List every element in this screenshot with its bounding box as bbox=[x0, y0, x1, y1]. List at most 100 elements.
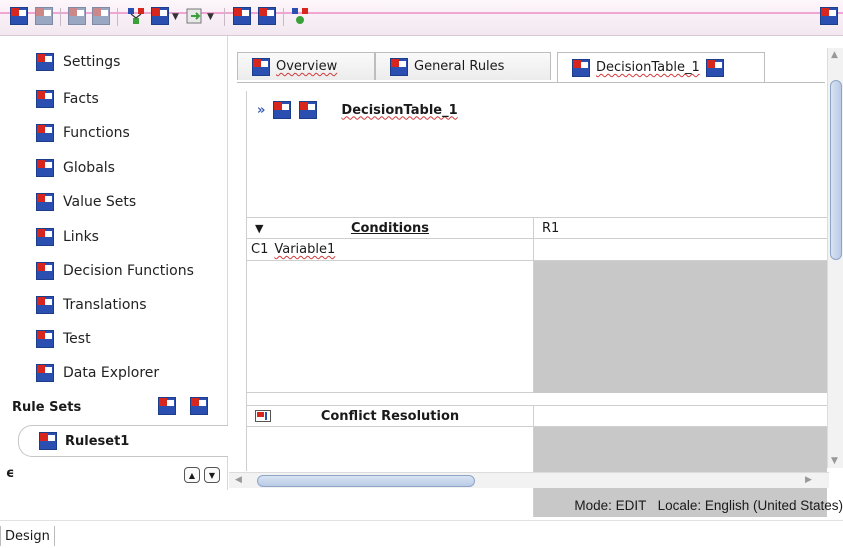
conditions-empty-area bbox=[247, 261, 533, 393]
status-text: Mode: EDIT Locale: English (United State… bbox=[574, 498, 843, 513]
decision-table-icon bbox=[572, 58, 590, 77]
add-rule-icon[interactable] bbox=[68, 7, 86, 25]
general-rules-icon bbox=[390, 57, 408, 76]
nav-item-label: Settings bbox=[63, 54, 121, 70]
decision-table-editor: » DecisionTable_1 ▼ Conditions R1 C1 Var… bbox=[246, 91, 827, 517]
scroll-up-icon[interactable]: ▲ bbox=[831, 50, 838, 60]
nav-item-data-explorer[interactable]: Data Explorer bbox=[36, 361, 159, 385]
conflict-rule-cell[interactable] bbox=[533, 405, 827, 427]
nav-item-label: Data Explorer bbox=[63, 365, 160, 381]
vertical-scrollbar[interactable]: ▲ ▼ bbox=[827, 48, 843, 468]
left-panel-footer: ϵ ▲ ▼ bbox=[0, 463, 228, 489]
conditions-header-label: Conditions bbox=[350, 220, 430, 236]
conflict-resolution-header[interactable]: Conflict Resolution bbox=[247, 405, 533, 427]
scroll-right-icon[interactable]: ▶ bbox=[805, 475, 812, 485]
expand-icon[interactable]: » bbox=[257, 103, 265, 118]
tab-label: General Rules bbox=[414, 59, 505, 74]
condition-variable: Variable1 bbox=[274, 242, 336, 257]
options-icon[interactable] bbox=[820, 7, 838, 25]
move-up-icon[interactable]: ▲ bbox=[184, 467, 200, 483]
overview-icon bbox=[252, 57, 270, 76]
tab-divider bbox=[237, 82, 825, 83]
conditions-grey-area bbox=[533, 261, 827, 393]
test-icon bbox=[36, 330, 54, 348]
globals-icon bbox=[36, 159, 54, 177]
status-mode: Mode: EDIT bbox=[574, 498, 647, 513]
vertical-scroll-thumb[interactable] bbox=[830, 80, 842, 260]
network-icon[interactable] bbox=[126, 6, 146, 26]
ruleset-icon bbox=[39, 432, 57, 450]
dropdown-arrow-icon[interactable]: ▼ bbox=[207, 12, 214, 22]
toolbar-separator bbox=[117, 8, 118, 26]
tab-general-rules[interactable]: General Rules bbox=[375, 52, 551, 80]
condition-id: C1 bbox=[251, 242, 269, 257]
nav-item-settings[interactable]: Settings bbox=[36, 50, 120, 74]
collapse-triangle-icon[interactable]: ▼ bbox=[255, 222, 263, 235]
links-icon bbox=[36, 228, 54, 246]
status-bar: Mode: EDIT Locale: English (United State… bbox=[0, 498, 843, 518]
tab-label: Overview bbox=[276, 59, 338, 74]
rule-sets-heading: Rule Sets bbox=[12, 399, 82, 415]
nav-item-label: Links bbox=[63, 229, 99, 245]
ruleset-item[interactable]: Ruleset1 bbox=[18, 425, 228, 457]
nav-item-decision-functions[interactable]: Decision Functions bbox=[36, 259, 194, 283]
nav-item-label: Functions bbox=[63, 125, 130, 141]
decision-table-props-icon[interactable] bbox=[273, 101, 292, 119]
nav-item-translations[interactable]: Translations bbox=[36, 293, 147, 317]
status-locale: Locale: English (United States) bbox=[657, 498, 843, 513]
decision-functions-icon bbox=[36, 262, 54, 280]
value-sets-icon bbox=[36, 193, 54, 211]
validate-icon[interactable] bbox=[290, 6, 310, 26]
horizontal-scroll-thumb[interactable] bbox=[257, 475, 475, 487]
condition-row[interactable]: C1 Variable1 bbox=[247, 239, 533, 261]
design-tab-label: Design bbox=[5, 528, 50, 544]
nav-item-globals[interactable]: Globals bbox=[36, 156, 115, 180]
move-down-icon[interactable]: ▼ bbox=[204, 467, 220, 483]
toolbar-separator bbox=[283, 8, 284, 26]
main-toolbar: ▼ ▼ bbox=[0, 0, 843, 36]
nav-item-label: Decision Functions bbox=[63, 263, 194, 279]
nav-item-label: Test bbox=[63, 331, 91, 347]
dropdown-arrow-icon[interactable]: ▼ bbox=[172, 12, 179, 22]
scroll-down-icon[interactable]: ▼ bbox=[831, 456, 838, 466]
condition-value-cell[interactable] bbox=[533, 239, 827, 261]
rule-disabled-icon[interactable] bbox=[35, 7, 53, 25]
nav-item-label: Facts bbox=[63, 91, 99, 107]
rule-icon[interactable] bbox=[10, 7, 28, 25]
nav-item-value-sets[interactable]: Value Sets bbox=[36, 190, 136, 214]
ruleset-name: Ruleset1 bbox=[65, 433, 130, 449]
status-divider bbox=[0, 520, 843, 521]
nav-item-test[interactable]: Test bbox=[36, 327, 91, 351]
rule-column-header[interactable]: R1 bbox=[533, 217, 827, 239]
decision-table-header: » DecisionTable_1 bbox=[257, 101, 458, 119]
tab-label: DecisionTable_1 bbox=[596, 60, 700, 75]
nav-item-functions[interactable]: Functions bbox=[36, 121, 130, 145]
nav-item-links[interactable]: Links bbox=[36, 225, 99, 249]
split-table-icon[interactable] bbox=[258, 7, 276, 25]
collapse-icon[interactable]: ϵ bbox=[6, 466, 14, 481]
edit-ruleset-icon[interactable] bbox=[190, 397, 208, 415]
tab-design[interactable]: Design bbox=[0, 526, 55, 546]
table-options-icon[interactable] bbox=[705, 58, 724, 77]
data-explorer-icon bbox=[36, 364, 54, 382]
tab-decision-table[interactable]: DecisionTable_1 bbox=[557, 52, 765, 82]
decision-table-title: DecisionTable_1 bbox=[341, 102, 458, 118]
nav-item-facts[interactable]: Facts bbox=[36, 87, 99, 111]
add-ruleset-icon[interactable] bbox=[158, 397, 176, 415]
horizontal-scrollbar[interactable]: ◀ ▶ bbox=[229, 472, 829, 488]
nav-item-label: Translations bbox=[63, 297, 147, 313]
decision-table-advanced-icon[interactable] bbox=[299, 101, 318, 119]
functions-icon bbox=[36, 124, 54, 142]
settings-icon bbox=[36, 53, 54, 71]
facts-icon bbox=[36, 90, 54, 108]
translations-icon bbox=[36, 296, 54, 314]
action-icon[interactable] bbox=[185, 6, 205, 26]
conditions-header[interactable]: ▼ Conditions bbox=[247, 217, 533, 239]
table-icon[interactable] bbox=[233, 7, 251, 25]
conflict-icon bbox=[255, 410, 271, 422]
toolbar-separator bbox=[224, 8, 225, 26]
condition-icon[interactable] bbox=[151, 7, 169, 25]
tab-overview[interactable]: Overview bbox=[237, 52, 375, 80]
delete-rule-icon[interactable] bbox=[92, 7, 110, 25]
scroll-left-icon[interactable]: ◀ bbox=[235, 475, 242, 485]
